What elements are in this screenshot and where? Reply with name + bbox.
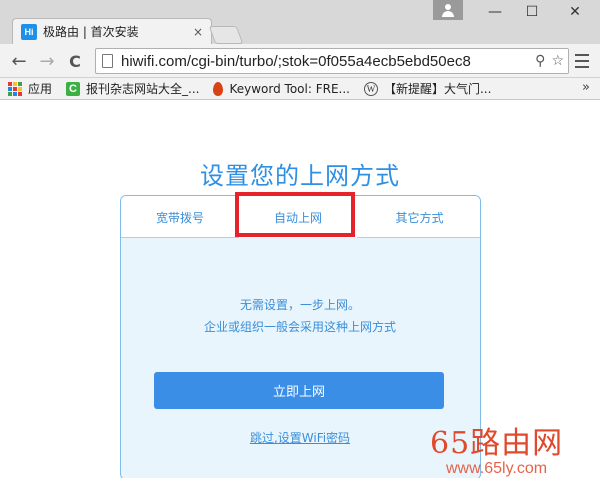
wordpress-icon: W xyxy=(363,81,378,96)
reload-button[interactable]: C xyxy=(64,50,86,72)
tab-title: 极路由 | 首次安装 xyxy=(43,25,139,39)
description-line-2: 企业或组织一般会采用这种上网方式 xyxy=(203,320,396,334)
bookmark-apps[interactable]: 应用 xyxy=(8,80,52,97)
site-watermark: 65路由网 www.65ly.com xyxy=(430,418,600,478)
page-title: 设置您的上网方式 xyxy=(200,162,400,190)
bookmark-magazines[interactable]: C 报刊杂志网站大全_... xyxy=(66,80,199,97)
tab-other[interactable]: 其它方式 xyxy=(357,196,480,238)
c-site-icon: C xyxy=(66,81,81,96)
bookmark-label: 报刊杂志网站大全_... xyxy=(86,82,200,96)
new-tab-button[interactable] xyxy=(208,26,244,44)
browser-titlebar: Hi 极路由 | 首次安装 × — ☐ ✕ xyxy=(0,0,600,44)
bookmark-label: Keyword Tool: FRE... xyxy=(229,81,350,96)
bookmark-keyword-tool[interactable]: Keyword Tool: FRE... xyxy=(213,81,350,96)
maximize-button[interactable]: ☐ xyxy=(517,2,547,22)
watermark-url: www.65ly.com xyxy=(446,460,548,477)
connect-now-button[interactable]: 立即上网 xyxy=(154,372,444,409)
bookmarks-overflow-button[interactable]: » xyxy=(582,80,590,95)
search-icon[interactable]: ⚲ xyxy=(535,53,545,69)
bookmark-reminder[interactable]: W 【新提醒】大气门... xyxy=(363,80,492,97)
bookmark-label: 应用 xyxy=(28,82,53,96)
watermark-title: 65路由网 xyxy=(430,426,564,461)
close-tab-icon[interactable]: × xyxy=(193,25,203,39)
close-window-button[interactable]: ✕ xyxy=(560,2,590,22)
back-button[interactable]: ← xyxy=(8,50,30,72)
browser-toolbar: ← → C hiwifi.com/cgi-bin/turbo/;stok=0f0… xyxy=(0,44,600,78)
hiwifi-favicon-icon: Hi xyxy=(21,23,37,40)
apps-grid-icon xyxy=(8,81,22,96)
description-line-1: 无需设置，一步上网。 xyxy=(239,298,360,312)
tab-pppoe[interactable]: 宽带拨号 xyxy=(121,196,239,238)
page-icon xyxy=(102,54,113,68)
star-bookmark-icon[interactable]: ☆ xyxy=(551,53,564,69)
page-content: 设置您的上网方式 宽带拨号 自动上网 其它方式 无需设置，一步上网。 企业或组织… xyxy=(0,100,600,478)
minimize-button[interactable]: — xyxy=(480,2,510,22)
flame-icon xyxy=(213,81,224,96)
browser-tab[interactable]: Hi 极路由 | 首次安装 × xyxy=(12,18,212,44)
active-tab-highlight xyxy=(235,192,355,237)
forward-button[interactable]: → xyxy=(36,50,58,72)
bookmark-label: 【新提醒】大气门... xyxy=(383,82,492,96)
address-bar[interactable]: hiwifi.com/cgi-bin/turbo/;stok=0f055a4ec… xyxy=(95,48,569,74)
url-text[interactable]: hiwifi.com/cgi-bin/turbo/;stok=0f055a4ec… xyxy=(121,53,471,70)
profile-icon[interactable] xyxy=(433,0,463,20)
menu-icon[interactable] xyxy=(574,52,590,70)
bookmarks-bar: 应用 C 报刊杂志网站大全_... Keyword Tool: FRE... W… xyxy=(0,78,600,100)
